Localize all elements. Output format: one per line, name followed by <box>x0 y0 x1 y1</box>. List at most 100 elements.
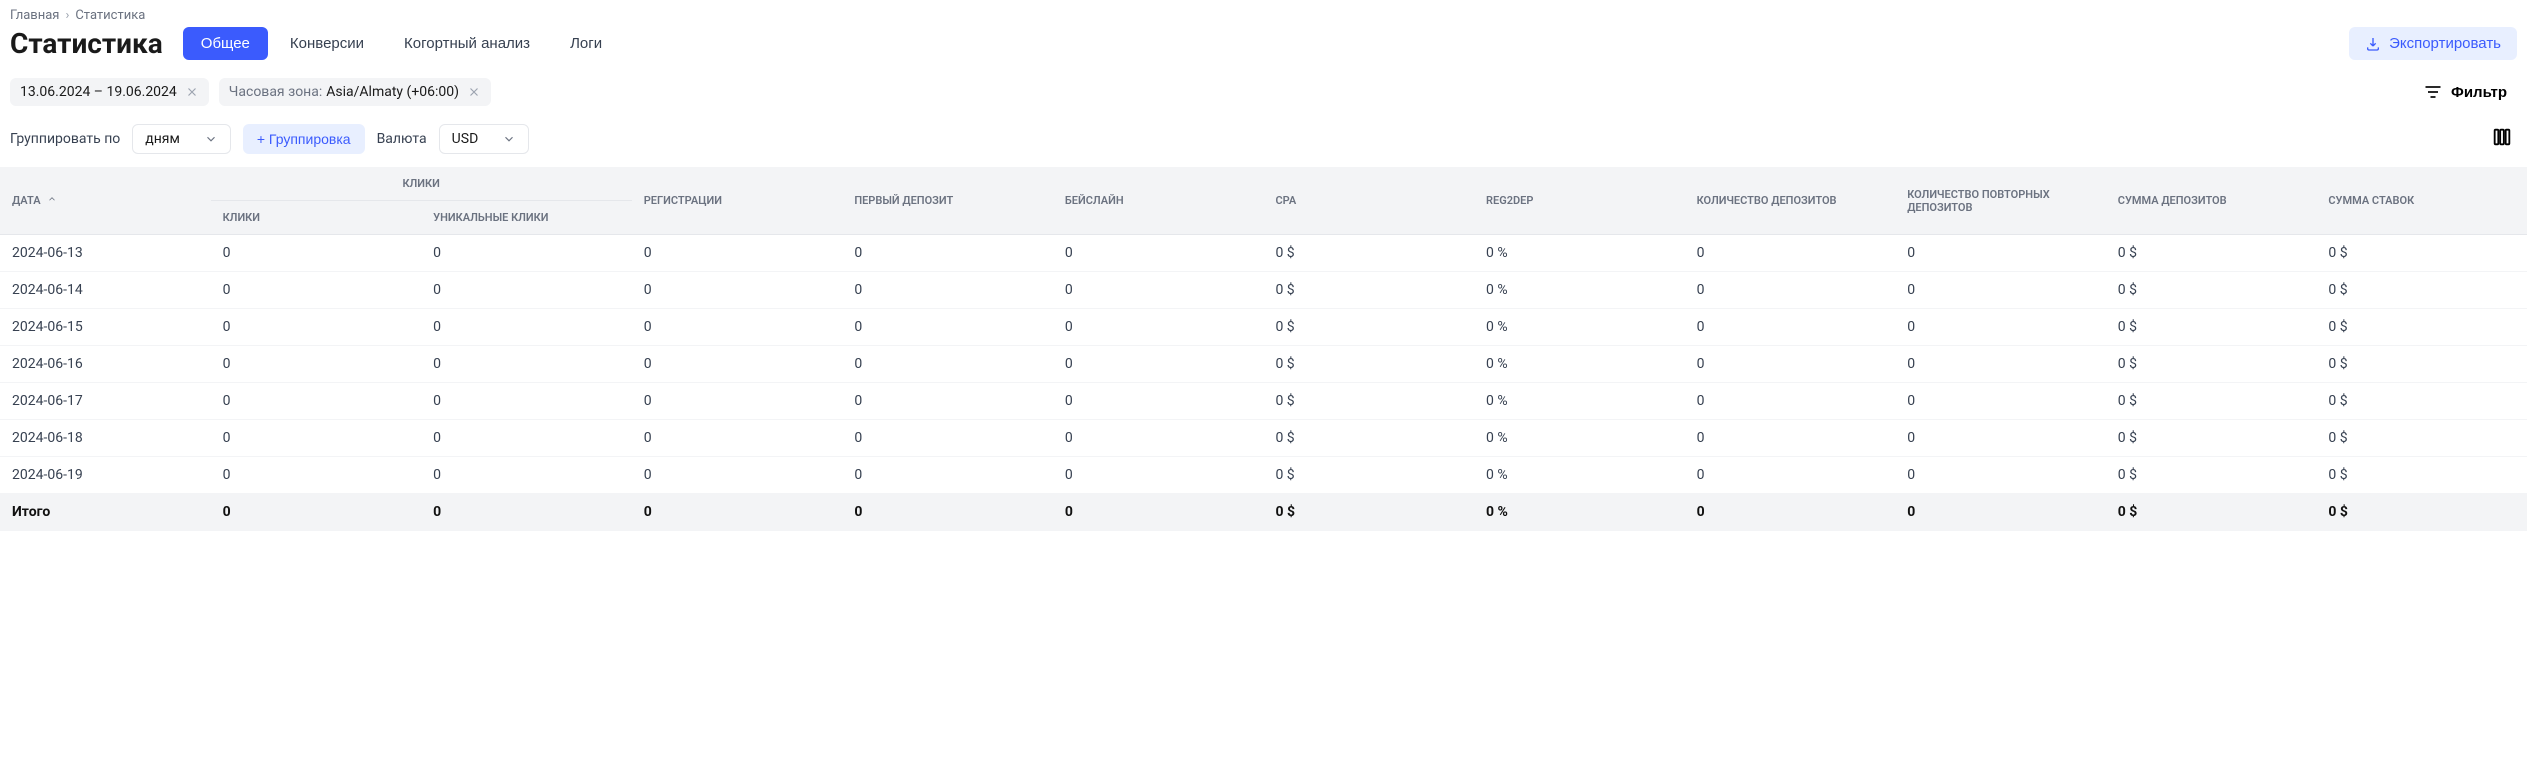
breadcrumb-home-link[interactable]: Главная <box>10 8 59 23</box>
col-bets-sum-header[interactable]: СУММА СТАВОК <box>2316 167 2527 235</box>
col-registrations-header[interactable]: РЕГИСТРАЦИИ <box>632 167 843 235</box>
filter-icon <box>2423 82 2443 102</box>
col-date-header[interactable]: ДАТА <box>0 167 211 235</box>
cell-firstDeposit: 0 <box>842 457 1053 494</box>
filter-button[interactable]: Фильтр <box>2413 76 2517 108</box>
col-deposits-sum-header[interactable]: СУММА ДЕПОЗИТОВ <box>2106 167 2317 235</box>
cell-depositsCount: 0 <box>1685 383 1896 420</box>
table-row: 2024-06-18000000 $0 %000 $0 $ <box>0 420 2527 457</box>
cell-depositsCount: 0 <box>1685 346 1896 383</box>
cell-total-uniqueClicks: 0 <box>421 494 632 531</box>
cell-depositsSum: 0 $ <box>2106 309 2317 346</box>
cell-date: 2024-06-19 <box>0 457 211 494</box>
cell-clicks: 0 <box>211 420 422 457</box>
cell-date: 2024-06-15 <box>0 309 211 346</box>
cell-betsSum: 0 $ <box>2316 383 2527 420</box>
cell-clicks: 0 <box>211 383 422 420</box>
cell-uniqueClicks: 0 <box>421 272 632 309</box>
col-reg2dep-header[interactable]: REG2DEP <box>1474 167 1685 235</box>
cell-betsSum: 0 $ <box>2316 309 2527 346</box>
cell-repeatDepositsCount: 0 <box>1895 235 2106 272</box>
cell-baseline: 0 <box>1053 457 1264 494</box>
cell-clicks: 0 <box>211 309 422 346</box>
col-cpa-header[interactable]: CPA <box>1263 167 1474 235</box>
cell-reg2dep: 0 % <box>1474 272 1685 309</box>
cell-cpa: 0 $ <box>1263 309 1474 346</box>
cell-depositsSum: 0 $ <box>2106 457 2317 494</box>
cell-registrations: 0 <box>632 235 843 272</box>
cell-uniqueClicks: 0 <box>421 346 632 383</box>
cell-firstDeposit: 0 <box>842 309 1053 346</box>
tab-general[interactable]: Общее <box>183 27 268 60</box>
cell-depositsCount: 0 <box>1685 457 1896 494</box>
cell-registrations: 0 <box>632 272 843 309</box>
cell-total-registrations: 0 <box>632 494 843 531</box>
table-head: ДАТА КЛИКИ РЕГИСТРАЦИИ ПЕРВЫЙ ДЕПОЗИТ БЕ… <box>0 167 2527 235</box>
col-clicks-header[interactable]: КЛИКИ <box>211 201 422 235</box>
timezone-chip-label: Часовая зона: <box>229 84 322 100</box>
timezone-chip-value: Asia/Almaty (+06:00) <box>326 84 459 100</box>
cell-uniqueClicks: 0 <box>421 457 632 494</box>
cell-repeatDepositsCount: 0 <box>1895 346 2106 383</box>
chevron-down-icon <box>502 132 516 146</box>
header-row: Статистика ОбщееКонверсииКогортный анали… <box>0 27 2527 70</box>
timezone-chip[interactable]: Часовая зона: Asia/Almaty (+06:00) <box>219 78 491 106</box>
cell-cpa: 0 $ <box>1263 235 1474 272</box>
controls-row: Группировать по дням + Группировка Валют… <box>0 114 2527 167</box>
chevron-down-icon <box>204 132 218 146</box>
add-group-button[interactable]: + Группировка <box>243 124 365 154</box>
table-total-row: Итого000000 $0 %000 $0 $ <box>0 494 2527 531</box>
cell-firstDeposit: 0 <box>842 235 1053 272</box>
cell-depositsSum: 0 $ <box>2106 235 2317 272</box>
tab-cohort[interactable]: Когортный анализ <box>386 27 548 60</box>
cell-clicks: 0 <box>211 346 422 383</box>
cell-clicks: 0 <box>211 457 422 494</box>
currency-select[interactable]: USD <box>439 124 530 154</box>
col-repeat-deposits-count-header[interactable]: КОЛИЧЕСТВО ПОВТОРНЫХ ДЕПОЗИТОВ <box>1895 167 2106 235</box>
cell-reg2dep: 0 % <box>1474 235 1685 272</box>
close-icon[interactable] <box>185 85 199 99</box>
cell-total-clicks: 0 <box>211 494 422 531</box>
download-icon <box>2365 36 2381 52</box>
breadcrumb: Главная › Статистика <box>0 0 2527 27</box>
cell-firstDeposit: 0 <box>842 272 1053 309</box>
cell-baseline: 0 <box>1053 235 1264 272</box>
col-first-deposit-header[interactable]: ПЕРВЫЙ ДЕПОЗИТ <box>842 167 1053 235</box>
breadcrumb-current: Статистика <box>75 8 145 23</box>
cell-firstDeposit: 0 <box>842 420 1053 457</box>
tab-logs[interactable]: Логи <box>552 27 620 60</box>
cell-total-firstDeposit: 0 <box>842 494 1053 531</box>
cell-total-depositsCount: 0 <box>1685 494 1896 531</box>
cell-firstDeposit: 0 <box>842 383 1053 420</box>
columns-settings-button[interactable] <box>2487 122 2517 155</box>
date-range-chip[interactable]: 13.06.2024 – 19.06.2024 <box>10 78 209 106</box>
col-date-label: ДАТА <box>12 194 41 207</box>
currency-label: Валюта <box>377 131 427 147</box>
group-by-value: дням <box>145 131 180 147</box>
close-icon[interactable] <box>467 85 481 99</box>
table-row: 2024-06-15000000 $0 %000 $0 $ <box>0 309 2527 346</box>
col-baseline-header[interactable]: БЕЙСЛАЙН <box>1053 167 1264 235</box>
group-by-label: Группировать по <box>10 131 120 147</box>
cell-total-betsSum: 0 $ <box>2316 494 2527 531</box>
cell-total-depositsSum: 0 $ <box>2106 494 2317 531</box>
cell-baseline: 0 <box>1053 309 1264 346</box>
cell-date: 2024-06-17 <box>0 383 211 420</box>
cell-betsSum: 0 $ <box>2316 420 2527 457</box>
group-by-select[interactable]: дням <box>132 124 231 154</box>
cell-depositsCount: 0 <box>1685 272 1896 309</box>
cell-cpa: 0 $ <box>1263 383 1474 420</box>
cell-cpa: 0 $ <box>1263 272 1474 309</box>
cell-baseline: 0 <box>1053 420 1264 457</box>
cell-baseline: 0 <box>1053 383 1264 420</box>
export-button[interactable]: Экспортировать <box>2349 27 2517 60</box>
col-unique-clicks-header[interactable]: УНИКАЛЬНЫЕ КЛИКИ <box>421 201 632 235</box>
cell-registrations: 0 <box>632 383 843 420</box>
cell-reg2dep: 0 % <box>1474 420 1685 457</box>
cell-repeatDepositsCount: 0 <box>1895 309 2106 346</box>
cell-betsSum: 0 $ <box>2316 272 2527 309</box>
tab-conversions[interactable]: Конверсии <box>272 27 382 60</box>
breadcrumb-sep-icon: › <box>65 8 69 23</box>
cell-registrations: 0 <box>632 309 843 346</box>
col-deposits-count-header[interactable]: КОЛИЧЕСТВО ДЕПОЗИТОВ <box>1685 167 1896 235</box>
